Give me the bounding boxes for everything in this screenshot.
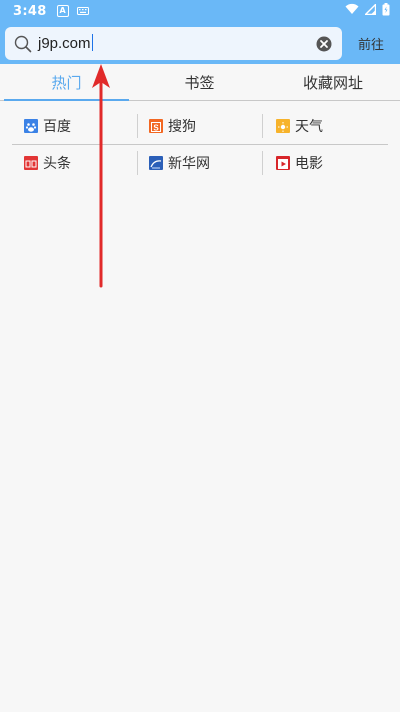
signal-icon bbox=[363, 2, 377, 19]
url-input-value: j9p.com bbox=[38, 35, 91, 52]
tab-bar: 热门 书签 收藏网址 bbox=[0, 64, 400, 101]
hot-sites-grid: 百度 S 搜狗 天气 头条 新华网 电影 bbox=[12, 108, 388, 180]
site-label: 新华网 bbox=[168, 155, 210, 172]
tab-bookmarks[interactable]: 书签 bbox=[133, 64, 266, 100]
search-icon bbox=[14, 35, 32, 53]
site-label: 头条 bbox=[43, 155, 71, 172]
site-baidu[interactable]: 百度 bbox=[12, 114, 137, 138]
site-toutiao[interactable]: 头条 bbox=[12, 151, 137, 175]
status-bar: 3:48 A bbox=[0, 0, 400, 22]
tab-hot[interactable]: 热门 bbox=[0, 64, 133, 101]
xinhua-icon bbox=[149, 155, 163, 170]
site-label: 搜狗 bbox=[168, 119, 196, 135]
tab-favorites[interactable]: 收藏网址 bbox=[266, 64, 400, 100]
a-box-icon: A bbox=[56, 5, 69, 17]
site-weather[interactable]: 天气 bbox=[262, 114, 387, 138]
wifi-icon bbox=[345, 3, 359, 19]
svg-text:S: S bbox=[153, 124, 159, 133]
movie-icon bbox=[276, 155, 290, 170]
sogou-icon: S bbox=[149, 119, 163, 133]
toutiao-icon bbox=[24, 155, 38, 170]
weather-icon bbox=[276, 119, 290, 133]
site-label: 天气 bbox=[295, 119, 323, 135]
search-box[interactable]: j9p.com bbox=[5, 27, 342, 60]
site-label: 百度 bbox=[43, 119, 71, 135]
site-sogou[interactable]: S 搜狗 bbox=[137, 114, 262, 138]
clear-icon[interactable] bbox=[316, 36, 332, 52]
hot-sites-row: 百度 S 搜狗 天气 bbox=[12, 108, 388, 144]
url-input[interactable]: j9p.com bbox=[38, 33, 308, 55]
keyboard-icon bbox=[76, 7, 89, 15]
status-time: 3:48 bbox=[13, 3, 47, 19]
top-bar: j9p.com 前往 bbox=[0, 22, 400, 64]
site-label: 电影 bbox=[295, 155, 323, 172]
baidu-icon bbox=[24, 119, 38, 133]
hot-sites-row: 头条 新华网 电影 bbox=[12, 144, 388, 180]
battery-icon bbox=[382, 2, 390, 20]
site-movie[interactable]: 电影 bbox=[262, 150, 387, 175]
site-xinhua[interactable]: 新华网 bbox=[137, 150, 262, 175]
text-cursor bbox=[91, 34, 93, 51]
go-button[interactable]: 前往 bbox=[347, 27, 395, 60]
